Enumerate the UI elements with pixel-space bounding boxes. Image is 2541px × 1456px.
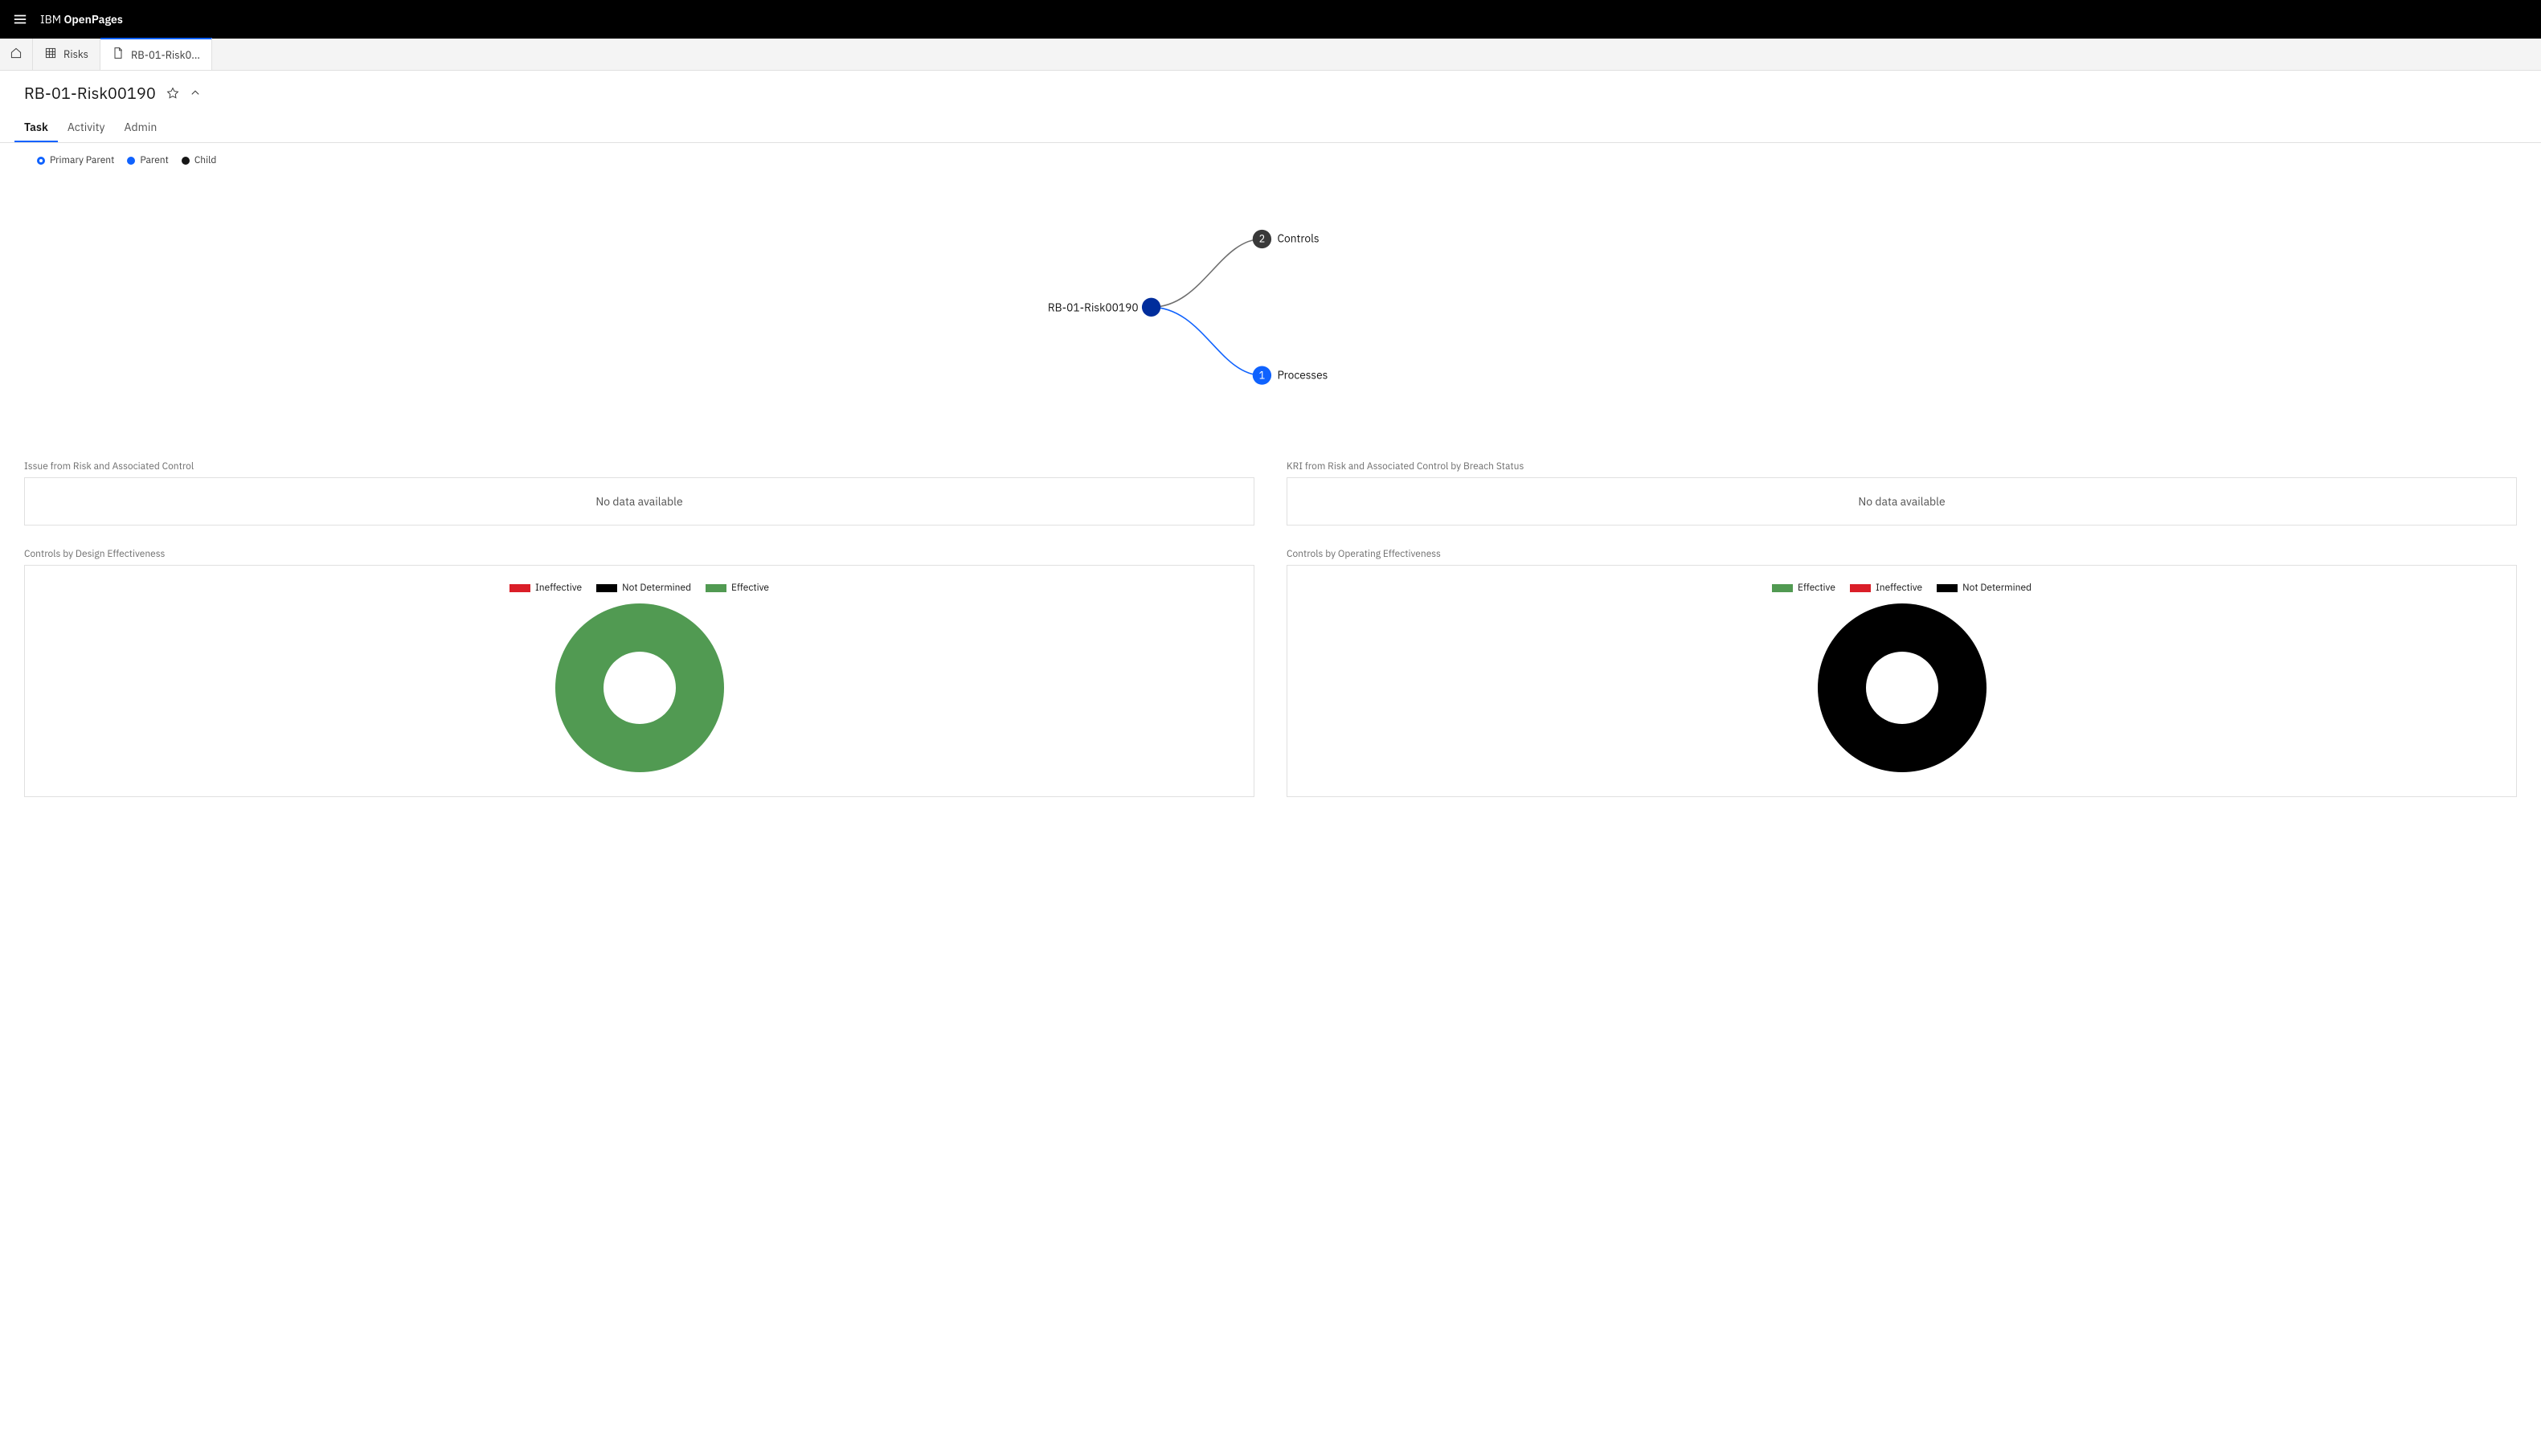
menu-icon[interactable]	[13, 12, 27, 27]
legend-child: Child	[182, 154, 217, 166]
swatch-red	[509, 584, 530, 592]
operating-legend-not-determined-label: Not Determined	[1962, 582, 2032, 594]
legend-primary-parent-label: Primary Parent	[50, 154, 114, 166]
node-processes-count: 1	[1259, 369, 1266, 382]
panel-kri: No data available	[1287, 477, 2517, 526]
app-header: IBM OpenPages	[0, 0, 2541, 39]
panels-row-2: Controls by Design Effectiveness Ineffec…	[24, 543, 2517, 797]
tab-current-label: RB-01-Risk0...	[131, 48, 200, 62]
operating-legend-ineffective-label: Ineffective	[1876, 582, 1922, 594]
swatch-black	[596, 584, 617, 592]
legend-child-label: Child	[194, 154, 217, 166]
panel-design: Ineffective Not Determined Effective	[24, 565, 1254, 797]
design-legend-not-determined[interactable]: Not Determined	[596, 582, 691, 594]
design-legend-not-determined-label: Not Determined	[622, 582, 691, 594]
legend-primary-parent: Primary Parent	[37, 154, 114, 166]
legend-parent: Parent	[127, 154, 169, 166]
legend-parent-label: Parent	[140, 154, 169, 166]
page-title: RB-01-Risk00190	[24, 82, 156, 104]
tab-risks[interactable]: Risks	[33, 39, 100, 70]
tab-risks-label: Risks	[63, 47, 88, 61]
operating-legend-ineffective[interactable]: Ineffective	[1850, 582, 1922, 594]
node-processes-label: Processes	[1277, 367, 1328, 382]
panel-issue-title: Issue from Risk and Associated Control	[24, 460, 1254, 472]
panels-row-1: Issue from Risk and Associated Control N…	[24, 456, 2517, 526]
chevron-up-icon[interactable]	[188, 86, 203, 100]
donut-design[interactable]	[555, 603, 724, 772]
favorite-icon[interactable]	[166, 86, 180, 100]
swatch-black	[1937, 584, 1958, 592]
panel-kri-empty: No data available	[1858, 494, 1945, 509]
tab-task[interactable]: Task	[14, 113, 58, 142]
root-node-label: RB-01-Risk00190	[1048, 301, 1139, 315]
brand: IBM OpenPages	[40, 12, 123, 27]
document-icon	[112, 47, 125, 63]
design-legend-effective[interactable]: Effective	[706, 582, 769, 594]
tab-activity[interactable]: Activity	[58, 113, 115, 142]
operating-legend-not-determined[interactable]: Not Determined	[1937, 582, 2032, 594]
operating-chart-legend: Effective Ineffective Not Determined	[1295, 582, 2508, 594]
panel-operating: Effective Ineffective Not Determined	[1287, 565, 2517, 797]
nav-tabs: Risks RB-01-Risk0...	[0, 39, 2541, 71]
edge-processes	[1152, 307, 1262, 375]
child-marker	[182, 157, 190, 165]
panel-operating-title: Controls by Operating Effectiveness	[1287, 548, 2517, 560]
node-controls-count: 2	[1259, 233, 1266, 246]
graph-svg: RB-01-Risk00190 2 Controls 1 Processes	[25, 175, 2516, 431]
brand-name: OpenPages	[63, 12, 122, 27]
edge-controls	[1152, 239, 1262, 308]
tab-admin[interactable]: Admin	[115, 113, 167, 142]
panel-kri-title: KRI from Risk and Associated Control by …	[1287, 460, 2517, 472]
tab-current[interactable]: RB-01-Risk0...	[100, 38, 212, 70]
panel-design-title: Controls by Design Effectiveness	[24, 548, 1254, 560]
design-legend-effective-label: Effective	[731, 582, 769, 594]
panel-issue-empty: No data available	[595, 494, 682, 509]
operating-legend-effective[interactable]: Effective	[1772, 582, 1835, 594]
swatch-red	[1850, 584, 1871, 592]
sub-tabs: Task Activity Admin	[0, 108, 2541, 143]
panel-issue: No data available	[24, 477, 1254, 526]
design-chart-legend: Ineffective Not Determined Effective	[33, 582, 1246, 594]
tab-home[interactable]	[0, 39, 33, 70]
design-legend-ineffective-label: Ineffective	[535, 582, 582, 594]
primary-parent-marker	[37, 157, 45, 165]
brand-prefix: IBM	[40, 12, 61, 27]
title-row: RB-01-Risk00190	[0, 71, 2541, 108]
title-actions	[166, 86, 203, 100]
operating-legend-effective-label: Effective	[1798, 582, 1835, 594]
home-icon	[10, 47, 23, 63]
design-legend-ineffective[interactable]: Ineffective	[509, 582, 582, 594]
grid-icon	[44, 47, 57, 63]
root-node[interactable]	[1142, 298, 1160, 317]
swatch-green	[1772, 584, 1793, 592]
node-controls-label: Controls	[1277, 231, 1319, 246]
parent-marker	[127, 157, 135, 165]
swatch-green	[706, 584, 726, 592]
content: Primary Parent Parent Child RB-01-Risk00…	[0, 143, 2541, 829]
relationship-graph[interactable]: RB-01-Risk00190 2 Controls 1 Processes	[24, 174, 2517, 431]
graph-legend: Primary Parent Parent Child	[24, 143, 2517, 174]
donut-operating[interactable]	[1818, 603, 1987, 772]
